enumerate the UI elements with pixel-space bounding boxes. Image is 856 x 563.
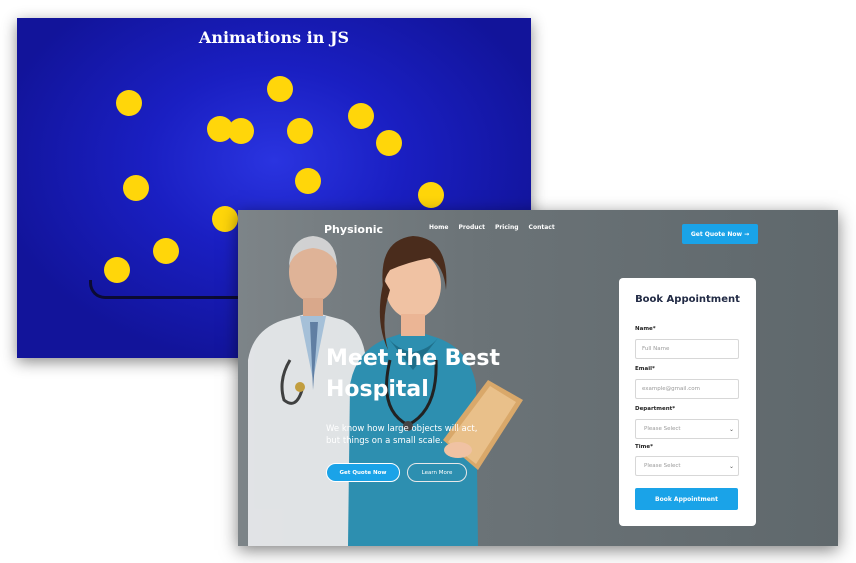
email-field[interactable]: example@gmail.com (635, 379, 739, 399)
appointment-form: Book Appointment Name* Full Name Email* … (619, 278, 756, 526)
name-placeholder: Full Name (642, 346, 670, 352)
hero-title-line2: Hospital (326, 377, 429, 402)
hero-subtitle-line2: but things on a small scale. (326, 436, 443, 446)
nav-links: Home Product Pricing Contact (429, 224, 555, 231)
logo[interactable]: Physionic (324, 223, 383, 236)
ball (376, 130, 402, 156)
ball (116, 90, 142, 116)
ball (153, 238, 179, 264)
hero-title-line1: Meet the Best (326, 346, 500, 371)
department-label: Department* (635, 406, 676, 412)
ball (348, 103, 374, 129)
time-value: Please Select (644, 463, 681, 469)
ball (228, 118, 254, 144)
nav-home[interactable]: Home (429, 224, 448, 231)
book-appointment-button[interactable]: Book Appointment (635, 488, 738, 510)
ball (418, 182, 444, 208)
form-title: Book Appointment (635, 294, 740, 305)
nav-pricing[interactable]: Pricing (495, 224, 519, 231)
animation-title: Animations in JS (198, 28, 350, 47)
time-select[interactable]: Please Select ⌄ (635, 456, 739, 476)
nav-contact[interactable]: Contact (529, 224, 555, 231)
nav-get-quote-button[interactable]: Get Quote Now → (682, 224, 758, 244)
hero-subtitle: We know how large objects will act, but … (326, 423, 526, 447)
learn-more-button[interactable]: Learn More (407, 463, 467, 482)
email-label: Email* (635, 366, 655, 372)
ball (123, 175, 149, 201)
ball (295, 168, 321, 194)
time-label: Time* (635, 444, 653, 450)
get-quote-button[interactable]: Get Quote Now (326, 463, 400, 482)
name-field[interactable]: Full Name (635, 339, 739, 359)
hero-title: Meet the Best Hospital (326, 343, 566, 405)
nav-product[interactable]: Product (458, 224, 484, 231)
ball (287, 118, 313, 144)
ball (267, 76, 293, 102)
hero-subtitle-line1: We know how large objects will act, (326, 424, 478, 434)
chevron-down-icon: ⌄ (728, 425, 734, 433)
department-select[interactable]: Please Select ⌄ (635, 419, 739, 439)
name-label: Name* (635, 326, 656, 332)
chevron-down-icon: ⌄ (728, 462, 734, 470)
hospital-landing-window: Physionic Home Product Pricing Contact G… (238, 210, 838, 546)
email-placeholder: example@gmail.com (642, 386, 700, 392)
ball (212, 206, 238, 232)
department-value: Please Select (644, 426, 681, 432)
navbar: Physionic Home Product Pricing Contact G… (238, 210, 838, 250)
